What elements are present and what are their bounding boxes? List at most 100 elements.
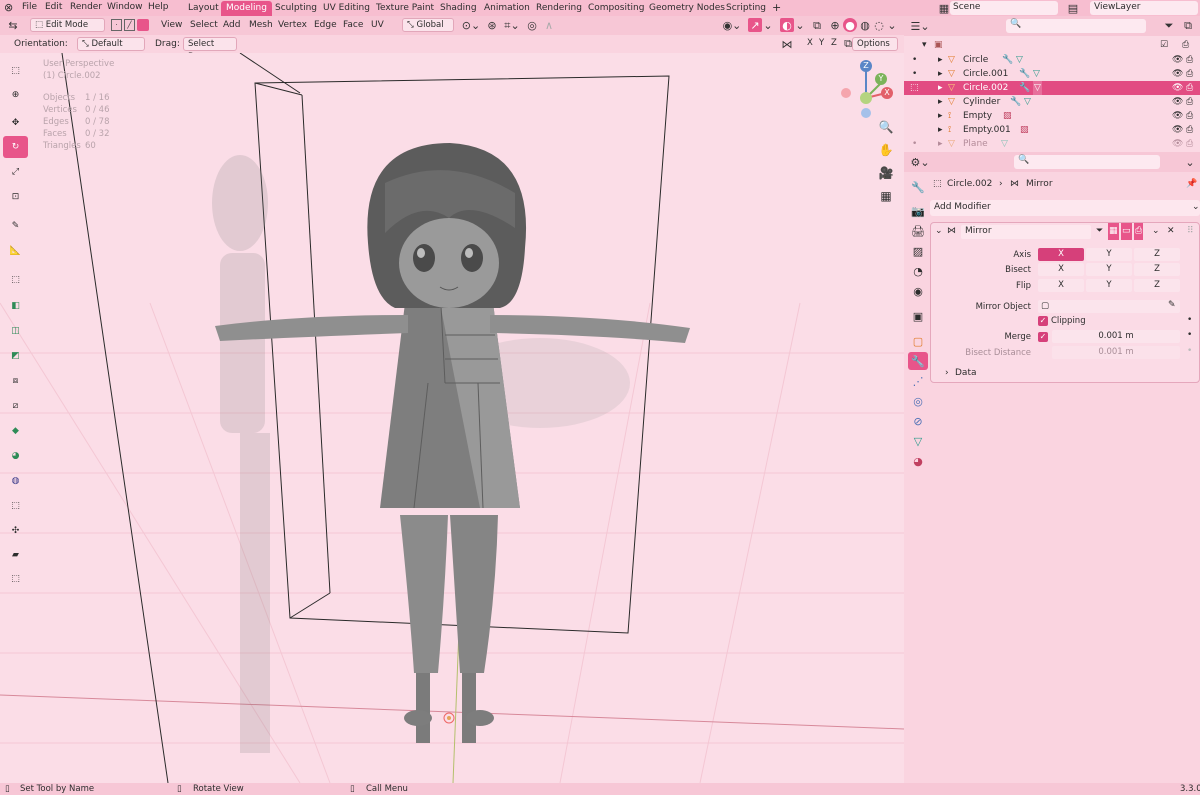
spin-icon[interactable]: ◕ (3, 445, 28, 467)
modifier-menu-icon[interactable]: ⌄ (1152, 223, 1160, 240)
editor-type-icon[interactable]: ⚙⌄ (910, 156, 930, 169)
menu-file[interactable]: File (22, 2, 37, 12)
inset-faces-icon[interactable]: ◫ (3, 320, 28, 342)
display-mode-icon[interactable]: ☰⌄ (910, 20, 930, 33)
knife-icon[interactable]: ⧄ (3, 395, 28, 417)
expand-icon[interactable]: ▸ (938, 67, 943, 81)
modifier-name-input[interactable]: Mirror (961, 225, 1091, 239)
3d-viewport[interactable]: User Perspective (1) Circle.002 Objects … (0, 53, 904, 783)
solid-shading-icon[interactable]: ● (843, 18, 857, 32)
outliner-item-circle[interactable]: • ▸ ▽ Circle 🔧 ▽ 👁 ⎙ (904, 53, 1200, 67)
outliner-item-cylinder[interactable]: ▸ ▽ Cylinder 🔧 ▽ 👁 ⎙ (904, 95, 1200, 109)
render-toggle-icon[interactable]: ⎙ (1134, 223, 1144, 240)
eye-icon[interactable]: 👁 (1172, 81, 1183, 95)
expand-icon[interactable]: ▸ (938, 109, 943, 123)
particles-tab-icon[interactable]: ⋰ (908, 372, 928, 390)
bisect-z-button[interactable]: Z (1134, 263, 1180, 276)
keyframe-dot-icon[interactable]: • (1187, 330, 1192, 340)
new-collection-icon[interactable]: ⧉ (1181, 19, 1195, 33)
tab-compositing[interactable]: Compositing (583, 1, 649, 16)
expand-icon[interactable]: ▸ (938, 53, 943, 67)
bisect-x-button[interactable]: X (1038, 263, 1084, 276)
clipping-checkbox[interactable]: ✓ (1038, 316, 1048, 326)
menu-uv[interactable]: UV (371, 20, 384, 30)
bevel-icon[interactable]: ◩ (3, 345, 28, 367)
material-tab-icon[interactable]: ◕ (908, 452, 928, 470)
flip-x-button[interactable]: X (1038, 279, 1084, 292)
editor-type-icon[interactable]: ⇆ (3, 19, 23, 32)
merge-checkbox[interactable]: ✓ (1038, 332, 1048, 342)
close-icon[interactable]: ✕ (1167, 223, 1175, 240)
data-subpanel-header[interactable]: › Data (931, 364, 1199, 382)
wireframe-shading-icon[interactable]: ⊕ (829, 19, 841, 32)
shear-icon[interactable]: ▰ (3, 544, 28, 566)
menu-vertex[interactable]: Vertex (278, 20, 307, 30)
tool-tab-icon[interactable]: 🔧 (908, 178, 928, 196)
properties-search-input[interactable]: 🔍 (1014, 155, 1160, 169)
menu-add[interactable]: Add (223, 20, 240, 30)
transform-icon[interactable]: ⊡ (3, 186, 28, 208)
menu-render[interactable]: Render (70, 2, 102, 12)
tab-geometry-nodes[interactable]: Geometry Nodes (644, 1, 730, 16)
drag-handle-icon[interactable]: ⠿ (1187, 223, 1194, 240)
loop-cut-icon[interactable]: ⧈ (3, 370, 28, 392)
scale-icon[interactable]: ⤢ (3, 161, 28, 183)
view-layer-selector[interactable]: ViewLayer (1090, 1, 1198, 15)
pivot-point-icon[interactable]: ⊙⌄ (460, 19, 482, 32)
physics-tab-icon[interactable]: ◎ (908, 392, 928, 410)
add-cube-icon[interactable]: ⬚ (3, 269, 28, 291)
view-layer-tab-icon[interactable]: ▨ (908, 242, 928, 260)
eye-icon[interactable]: 👁 (1172, 67, 1183, 81)
shading-dropdown-icon[interactable]: ⌄ (887, 19, 897, 32)
viewport-scene[interactable] (0, 53, 904, 783)
render-icon[interactable]: ⎙ (1186, 81, 1193, 95)
render-icon[interactable]: ⎙ (1186, 95, 1193, 109)
axis-x-button[interactable]: X (1038, 248, 1084, 261)
collection-tab-icon[interactable]: ▣ (908, 307, 928, 325)
mirror-options-icon[interactable]: ⋈ (780, 37, 794, 51)
axis-z-toggle[interactable]: Z (827, 37, 841, 51)
outliner-item-circle-002[interactable]: ⬚ ▸ ▽ Circle.002 🔧 ▽ 👁 ⎙ (904, 81, 1200, 95)
tab-scripting[interactable]: Scripting (721, 1, 771, 16)
filter-icon[interactable]: ⏷ (1160, 19, 1178, 32)
camera-icon[interactable]: ⎙ (1182, 38, 1189, 52)
shrink-fatten-icon[interactable]: ✣ (3, 520, 28, 542)
edge-select-icon[interactable]: ╱ (124, 19, 135, 31)
menu-edit[interactable]: Edit (45, 2, 62, 12)
add-workspace-icon[interactable]: + (767, 1, 786, 16)
render-icon[interactable]: ⎙ (1186, 67, 1193, 81)
eye-icon[interactable]: 👁 (1172, 123, 1183, 137)
expand-icon[interactable]: ▸ (938, 95, 943, 109)
measure-icon[interactable]: 📐 (3, 240, 28, 262)
object-tab-icon[interactable]: ▢ (908, 332, 928, 350)
overlays-toggle-icon[interactable]: ◐ (780, 18, 794, 32)
blender-logo-icon[interactable]: ⊗ (4, 1, 13, 14)
render-icon[interactable]: ⎙ (1186, 137, 1193, 151)
proportional-editing-icon[interactable]: ◎ (526, 19, 538, 32)
axis-y-button[interactable]: Y (1086, 248, 1132, 261)
render-tab-icon[interactable]: 📷 (908, 202, 928, 220)
flip-y-button[interactable]: Y (1086, 279, 1132, 292)
eye-icon[interactable]: 👁 (1172, 137, 1183, 151)
gizmo-z-axis[interactable]: Z (860, 60, 872, 72)
annotate-icon[interactable]: ✎ (3, 215, 28, 237)
mirror-object-field[interactable]: ▢ (1038, 300, 1180, 313)
menu-view[interactable]: View (161, 20, 182, 30)
perspective-toggle-icon[interactable]: ▦ (875, 185, 897, 207)
gizmo-x-axis[interactable]: X (881, 87, 893, 99)
options-dropdown[interactable]: Options (852, 37, 898, 51)
drag-dropdown[interactable]: Select Box (183, 37, 237, 62)
outliner-item-empty-001[interactable]: ▸ ⟟ Empty.001 ▧ 👁 ⎙ (904, 123, 1200, 137)
render-icon[interactable]: ⎙ (1186, 109, 1193, 123)
xray-icon[interactable]: ⧉ (811, 19, 823, 32)
render-icon[interactable]: ⎙ (1186, 123, 1193, 137)
pan-icon[interactable]: ✋ (875, 139, 897, 161)
collapse-icon[interactable]: ⌄ (935, 223, 943, 240)
extrude-region-icon[interactable]: ◧ (3, 295, 28, 317)
move-icon[interactable]: ✥ (3, 112, 28, 134)
scene-tab-icon[interactable]: ◔ (908, 262, 928, 280)
zoom-icon[interactable]: 🔍 (875, 116, 897, 138)
tab-rendering[interactable]: Rendering (531, 1, 587, 16)
collection-row[interactable]: ▾ ▣ ☑ ⎙ (904, 38, 1200, 52)
face-select-icon[interactable] (137, 19, 149, 31)
